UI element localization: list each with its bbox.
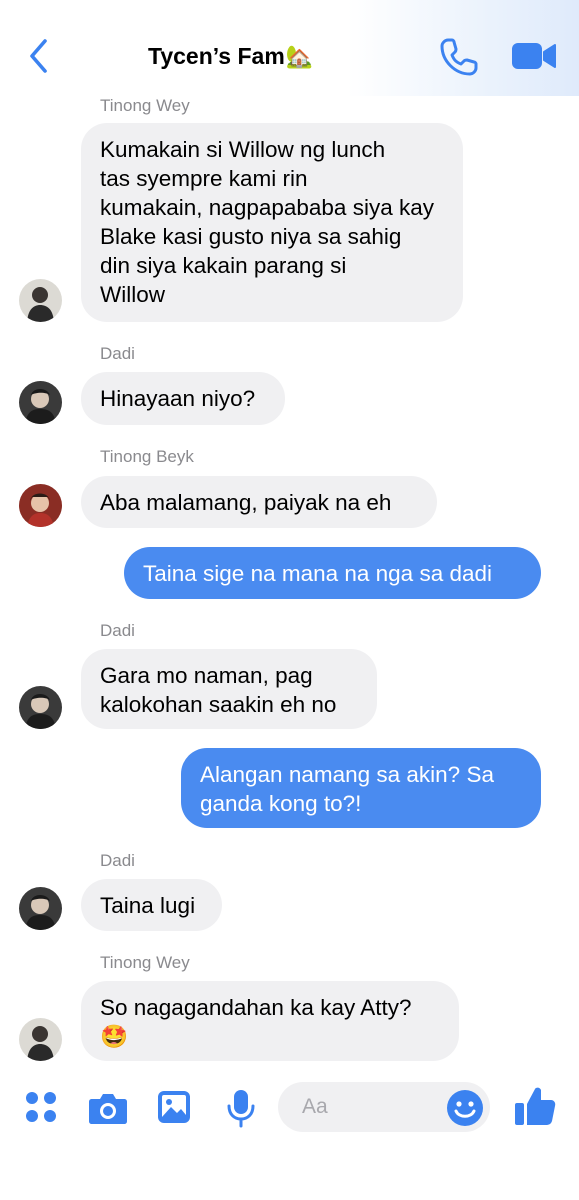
emoji-icon[interactable] (446, 1089, 484, 1127)
message-bubble-outgoing[interactable]: Alangan namang sa akin? Sa ganda kong to… (181, 748, 541, 828)
microphone-icon[interactable] (225, 1088, 257, 1128)
avatar[interactable] (19, 887, 62, 930)
video-camera-icon[interactable] (510, 40, 558, 72)
chat-title-text: Tycen’s Fam (148, 43, 285, 69)
message-line: kalokohan saakin eh no (100, 692, 337, 717)
message-line: Hinayaan niyo? (100, 386, 256, 411)
message-bubble[interactable]: Kumakain si Willow ng lunch tas syempre … (81, 123, 463, 322)
image-icon[interactable] (156, 1089, 192, 1125)
message-line: Alangan namang sa akin? Sa (200, 762, 494, 787)
chevron-left-icon[interactable] (24, 36, 54, 76)
sender-name: Tinong Wey (100, 96, 190, 115)
message-line: 🤩 (100, 1024, 129, 1049)
house-emoji: 🏡 (285, 44, 314, 69)
message-bubble[interactable]: Aba malamang, paiyak na eh (81, 476, 437, 528)
sender-name: Dadi (100, 621, 135, 640)
message-line: kumakain, nagpapababa siya kay (100, 195, 434, 220)
camera-icon[interactable] (88, 1090, 128, 1126)
message-line: Kumakain si Willow ng lunch (100, 137, 386, 162)
avatar[interactable] (19, 1018, 62, 1061)
message-bubble[interactable]: Gara mo naman, pag kalokohan saakin eh n… (81, 649, 377, 729)
message-line: Taina lugi (100, 893, 196, 918)
message-bubble[interactable]: Taina lugi (81, 879, 222, 931)
message-line: Willow (100, 282, 165, 307)
message-line: Blake kasi gusto niya sa sahig (100, 224, 402, 249)
message-line: Taina sige na mana na nga sa dadi (143, 561, 493, 586)
message-bubble[interactable]: So nagagandahan ka kay Atty? 🤩 (81, 981, 459, 1061)
avatar[interactable] (19, 484, 62, 527)
sender-name: Tinong Beyk (100, 447, 194, 466)
message-bubble-outgoing[interactable]: Taina sige na mana na nga sa dadi (124, 547, 541, 599)
chat-title[interactable]: Tycen’s Fam🏡 (148, 38, 313, 74)
phone-icon[interactable] (438, 36, 480, 78)
sender-name: Dadi (100, 851, 135, 870)
message-line: din siya kakain parang si (100, 253, 347, 278)
message-bubble[interactable]: Hinayaan niyo? (81, 372, 285, 425)
avatar[interactable] (19, 381, 62, 424)
message-line: tas syempre kami rin (100, 166, 308, 191)
apps-grid-icon[interactable] (24, 1090, 58, 1124)
thumbs-up-icon[interactable] (513, 1084, 557, 1128)
message-line: So nagagandahan ka kay Atty? (100, 995, 412, 1020)
message-line: Aba malamang, paiyak na eh (100, 490, 392, 515)
avatar[interactable] (19, 686, 62, 729)
message-input-placeholder: Aa (302, 1095, 328, 1118)
sender-name: Dadi (100, 344, 135, 363)
avatar[interactable] (19, 279, 62, 322)
chat-header: Tycen’s Fam🏡 (0, 0, 579, 96)
message-line: Gara mo naman, pag (100, 663, 313, 688)
message-line: ganda kong to?! (200, 791, 362, 816)
sender-name: Tinong Wey (100, 953, 190, 972)
